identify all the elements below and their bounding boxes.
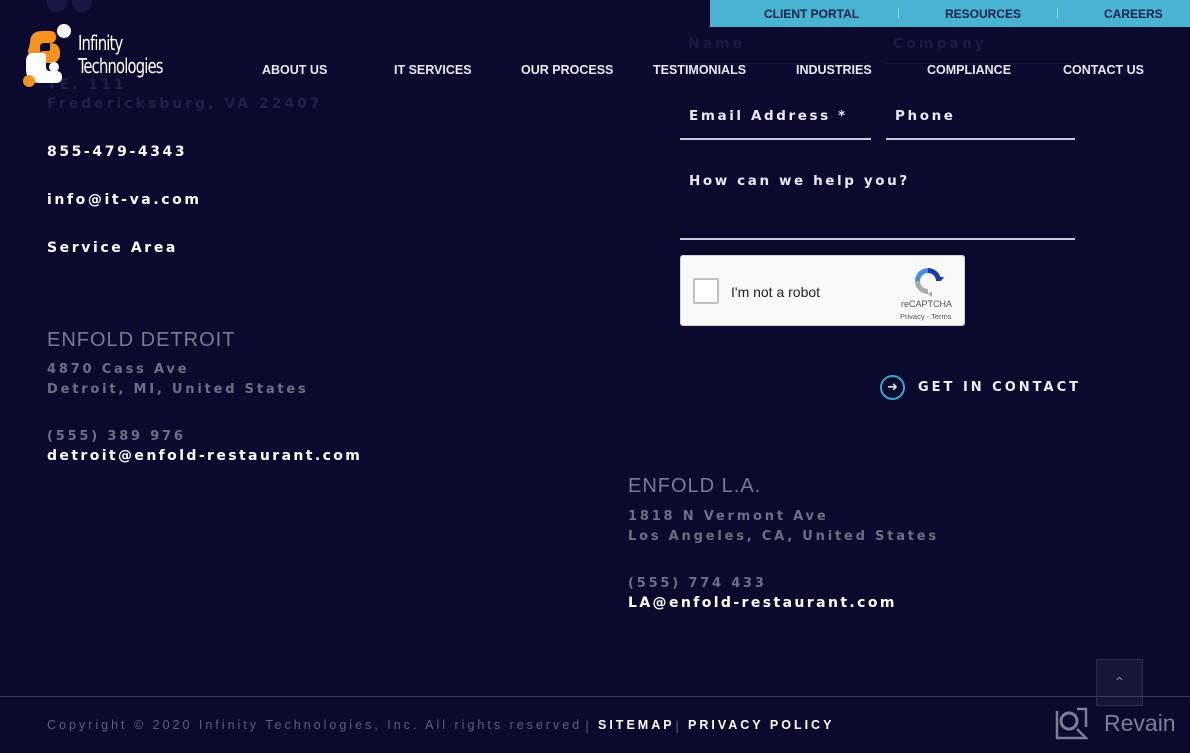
recaptcha-checkbox[interactable] xyxy=(693,278,719,304)
nav-it-services[interactable]: IT SERVICES xyxy=(394,63,472,77)
revain-watermark: Revain xyxy=(1055,707,1176,740)
topbar-separator: | xyxy=(897,7,900,19)
location-title: ENFOLD DETROIT xyxy=(47,329,236,351)
contact-phone[interactable]: 855-479-4343 xyxy=(47,144,187,160)
email-field[interactable]: Email Address * xyxy=(680,100,871,140)
footer-separator: | xyxy=(585,718,590,733)
location-email[interactable]: LA@enfold-restaurant.com xyxy=(628,595,897,611)
phone-field-placeholder: Phone xyxy=(895,108,956,124)
copyright-text: Copyright © 2020 Infinity Technologies, … xyxy=(47,718,583,732)
location-phone: (555) 774 433 xyxy=(628,576,767,591)
recaptcha-privacy-terms[interactable]: Privacy - Terms xyxy=(900,312,952,321)
location-address-line-2: Detroit, MI, United States xyxy=(47,382,309,397)
get-in-contact-button[interactable]: ➜ GET IN CONTACT xyxy=(880,374,1081,400)
recaptcha-brand: reCAPTCHA xyxy=(901,299,953,309)
logo-wordmark: Infinity Technologies xyxy=(78,32,163,78)
topbar-separator: | xyxy=(1056,7,1059,19)
phone-field[interactable]: Phone xyxy=(886,100,1075,140)
recaptcha-label: I'm not a robot xyxy=(731,284,821,300)
social-icon-faded xyxy=(47,0,67,12)
client-portal-link[interactable]: CLIENT PORTAL xyxy=(764,7,859,21)
email-field-placeholder: Email Address * xyxy=(689,108,848,124)
top-utility-bar: CLIENT PORTAL | RESOURCES | CAREERS xyxy=(710,0,1190,27)
careers-link[interactable]: CAREERS xyxy=(1104,7,1163,21)
name-field-ghost: Name xyxy=(680,34,870,64)
contact-email[interactable]: info@it-va.com xyxy=(47,192,202,208)
nav-testimonials[interactable]: TESTIMONIALS xyxy=(653,63,746,77)
nav-about-us[interactable]: ABOUT US xyxy=(262,63,327,77)
chevron-up-icon: ⌃ xyxy=(1113,674,1126,691)
service-area-link[interactable]: Service Area xyxy=(47,240,178,256)
location-address-line-1: 4870 Cass Ave xyxy=(47,362,190,377)
location-email[interactable]: detroit@enfold-restaurant.com xyxy=(47,448,362,464)
recaptcha-logo-icon xyxy=(915,268,944,297)
location-address-line-1: 1818 N Vermont Ave xyxy=(628,509,829,524)
infinity-logo-icon xyxy=(23,24,71,87)
scroll-to-top-button[interactable]: ⌃ xyxy=(1096,659,1143,706)
revain-text: Revain xyxy=(1104,710,1176,736)
footer-separator: | xyxy=(675,718,680,733)
revain-logo-icon xyxy=(1055,707,1088,740)
site-logo[interactable]: Infinity Technologies xyxy=(20,20,185,90)
nav-industries[interactable]: INDUSTRIES xyxy=(796,63,872,77)
nav-our-process[interactable]: OUR PROCESS xyxy=(521,63,613,77)
logo-line-1: Infinity xyxy=(78,31,123,55)
resources-link[interactable]: RESOURCES xyxy=(945,7,1021,21)
logo-line-2: Technologies xyxy=(78,54,163,78)
arrow-right-icon: ➜ xyxy=(880,374,905,400)
nav-contact-us[interactable]: CONTACT US xyxy=(1063,63,1144,77)
recaptcha-widget: I'm not a robot reCAPTCHA Privacy - Term… xyxy=(680,255,965,326)
message-placeholder: How can we help you? xyxy=(689,173,910,189)
message-textarea[interactable]: How can we help you? xyxy=(680,165,1075,240)
location-phone: (555) 389 976 xyxy=(47,429,186,444)
location-address-line-2: Los Angeles, CA, United States xyxy=(628,529,939,544)
privacy-policy-link[interactable]: PRIVACY POLICY xyxy=(688,718,834,732)
location-title: ENFOLD L.A. xyxy=(628,475,762,497)
footer-divider xyxy=(0,696,1190,697)
social-icon-faded xyxy=(72,0,92,12)
nav-compliance[interactable]: COMPLIANCE xyxy=(927,63,1011,77)
ghost-city-line: Fredericksburg, VA 22407 xyxy=(47,96,323,112)
sitemap-link[interactable]: SITEMAP xyxy=(598,718,675,732)
company-field-ghost: Company xyxy=(885,34,1075,64)
get-in-contact-label: GET IN CONTACT xyxy=(918,379,1081,395)
